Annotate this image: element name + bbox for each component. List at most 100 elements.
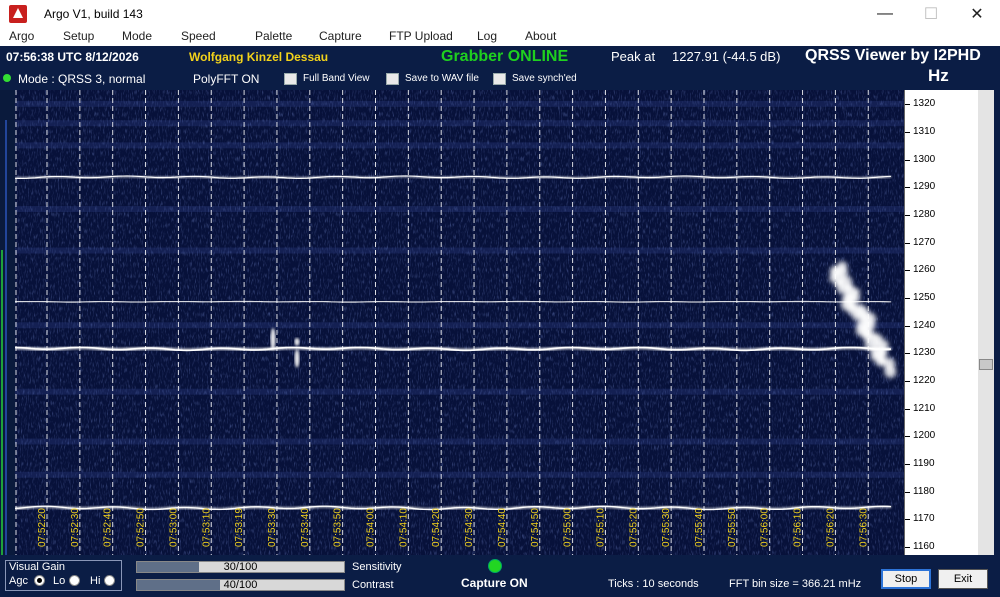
level-bar [1, 250, 3, 555]
burst-dot [877, 347, 888, 358]
frequency-scale: 1320 1310 1300 1290 1280 1270 1260 1250 1240 1230… [904, 90, 978, 555]
save-wav-checkbox[interactable] [386, 73, 399, 85]
time-tick-label: 07:56:30 [858, 508, 869, 547]
signal-blip [270, 328, 276, 351]
full-band-view-checkbox[interactable] [284, 73, 297, 85]
scale-label: 1170 [913, 513, 935, 525]
stop-button[interactable]: Stop [881, 569, 931, 589]
viewer-title: QRSS Viewer by I2PHD [805, 47, 981, 64]
noise-band [15, 471, 904, 478]
scale-tick [905, 131, 910, 133]
signal-blip [294, 349, 300, 368]
save-synched-label: Save synch'ed [512, 73, 577, 84]
grabber-status: Grabber ONLINE [441, 48, 569, 65]
menu-ftp-upload[interactable]: FTP Upload [389, 29, 453, 43]
time-tick-label: 07:56:10 [793, 508, 804, 547]
burst-dot [852, 294, 861, 303]
scale-label: 1250 [913, 292, 936, 304]
menu-palette[interactable]: Palette [255, 29, 292, 43]
gain-lo-radio[interactable] [69, 575, 80, 586]
contrast-label: Contrast [352, 579, 394, 591]
menu-mode[interactable]: Mode [122, 29, 152, 43]
save-synched-checkbox[interactable] [493, 73, 506, 85]
scale-tick [905, 104, 910, 106]
full-band-view-label: Full Band View [303, 73, 370, 84]
waterfall-spectrogram[interactable]: 07:52:20 07:52:30 07:52:40 07:52:50 07:53:00… [15, 90, 904, 555]
peak-label: Peak at [611, 49, 656, 64]
time-tick-label: 07:53:19 [234, 508, 245, 547]
time-tick-label: 07:54:20 [431, 508, 442, 547]
time-tick-label: 07:53:00 [168, 508, 179, 547]
scale-label: 1310 [913, 125, 936, 137]
close-icon[interactable]: ✕ [954, 0, 1000, 28]
exit-button[interactable]: Exit [938, 569, 988, 589]
gain-agc-label: Agc [9, 575, 28, 587]
scale-label: 1240 [913, 319, 936, 331]
time-tick-label: 07:55:10 [595, 508, 606, 547]
scale-tick [905, 381, 910, 383]
station-name: Wolfgang Kinzel Dessau [189, 50, 329, 64]
argo-app-icon[interactable] [9, 5, 27, 23]
gain-agc-radio[interactable] [34, 575, 45, 586]
ticks-info: Ticks : 10 seconds [608, 578, 699, 590]
utc-clock: 07:56:38 UTC 8/12/2026 [6, 50, 139, 64]
time-tick-label: 07:54:50 [530, 508, 541, 547]
time-tick-label: 07:52:50 [136, 508, 147, 547]
time-tick-label: 07:52:20 [37, 508, 48, 547]
menu-speed[interactable]: Speed [181, 29, 216, 43]
scale-label: 1320 [913, 98, 936, 110]
menu-about[interactable]: About [525, 29, 556, 43]
sensitivity-slider[interactable]: 30/100 [136, 561, 345, 573]
left-level-strip [0, 90, 15, 555]
scale-tick [905, 270, 910, 272]
title-bar: Argo V1, build 143 — ☐ ✕ [0, 0, 1000, 28]
scale-label: 1220 [913, 375, 936, 387]
scale-label: 1200 [913, 430, 936, 442]
time-tick-label: 07:55:50 [727, 508, 738, 547]
burst-dot [884, 365, 897, 378]
time-tick-label: 07:53:10 [201, 508, 212, 547]
sensitivity-value: 30/100 [223, 561, 258, 573]
scale-label: 1210 [913, 402, 936, 414]
scale-tick [905, 298, 910, 300]
gain-hi-radio[interactable] [104, 575, 115, 586]
time-tick-label: 07:55:00 [563, 508, 574, 547]
contrast-value: 40/100 [223, 579, 258, 591]
scale-tick [905, 491, 910, 493]
frequency-scrollbar[interactable] [978, 90, 994, 555]
menu-argo[interactable]: Argo [9, 29, 34, 43]
time-tick-label: 07:54:40 [497, 508, 508, 547]
time-tick-label: 07:53:30 [267, 508, 278, 547]
menu-log[interactable]: Log [477, 29, 497, 43]
scale-tick [905, 464, 910, 466]
noise-band [15, 322, 904, 329]
scale-tick [905, 519, 910, 521]
burst-dot [835, 274, 846, 285]
signal-blip [294, 337, 300, 346]
noise-band [15, 142, 904, 149]
burst-dot [836, 283, 847, 294]
scale-label: 1260 [913, 264, 936, 276]
window-title: Argo V1, build 143 [44, 7, 143, 21]
frequency-unit: Hz [928, 66, 949, 85]
scale-label: 1190 [913, 458, 935, 470]
scrollbar-thumb[interactable] [979, 359, 993, 370]
scale-tick [905, 325, 910, 327]
scale-label: 1230 [913, 347, 936, 359]
scale-label: 1280 [913, 209, 936, 221]
scale-label: 1180 [913, 485, 935, 497]
gain-hi-label: Hi [90, 575, 101, 587]
menu-capture[interactable]: Capture [319, 29, 362, 43]
contrast-slider[interactable]: 40/100 [136, 579, 345, 591]
noise-band [15, 438, 904, 445]
scale-tick [905, 547, 910, 549]
scale-tick [905, 215, 910, 217]
mode-indicator-led [3, 74, 11, 82]
window-controls: — ☐ ✕ [862, 0, 1000, 28]
scale-label: 1160 [913, 541, 935, 553]
menu-setup[interactable]: Setup [63, 29, 94, 43]
level-bar-secondary [5, 120, 7, 555]
time-tick-label: 07:56:20 [825, 508, 836, 547]
minimize-icon[interactable]: — [862, 0, 908, 28]
time-tick-label: 07:53:50 [333, 508, 344, 547]
